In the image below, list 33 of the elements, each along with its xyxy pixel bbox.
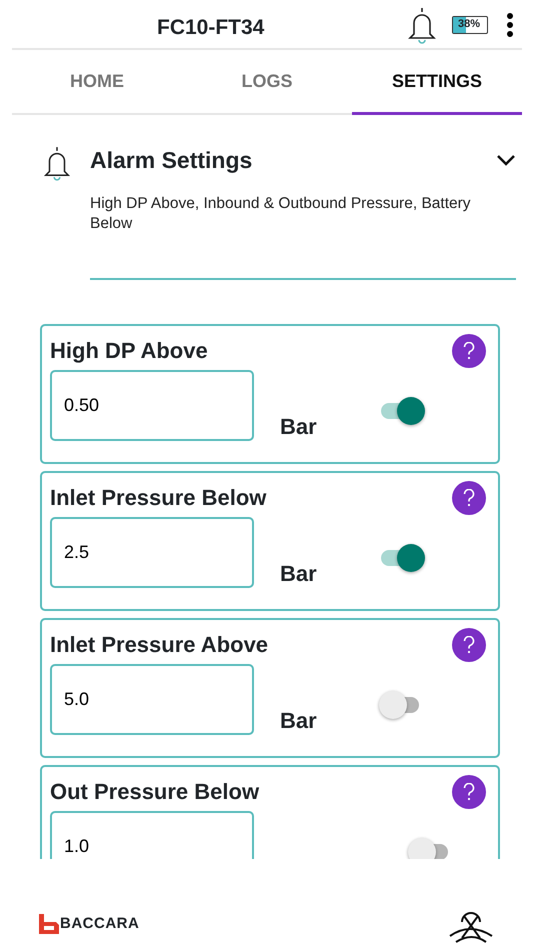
value-field[interactable]: 1.0: [50, 810, 254, 859]
device-title: FC10-FT34: [157, 15, 264, 41]
help-button[interactable]: [452, 480, 486, 515]
question-mark-icon: [463, 636, 475, 654]
unit-label: Bar: [280, 560, 317, 588]
alarm-name: High DP Above: [50, 337, 208, 366]
brand-logo: BACCARA: [60, 914, 140, 934]
value-field[interactable]: 5.0: [50, 664, 254, 735]
question-mark-icon: [463, 342, 475, 360]
bell-icon: [42, 145, 72, 181]
section-description: High DP Above, Inbound & Outbound Pressure, Battery Below: [90, 194, 472, 234]
toggle-switch[interactable]: [378, 397, 425, 424]
toggle-switch[interactable]: [378, 544, 425, 570]
help-button[interactable]: [452, 334, 486, 368]
bell-icon[interactable]: [406, 6, 438, 44]
unit-label: Bar: [280, 412, 317, 441]
help-button[interactable]: [452, 774, 486, 809]
chevron-down-icon[interactable]: [496, 154, 516, 166]
question-mark-icon: [463, 782, 475, 801]
value-field[interactable]: 2.5: [50, 516, 254, 588]
tab[interactable]: SETTINGS: [352, 50, 522, 115]
alarm-name: Inlet Pressure Below: [50, 484, 266, 512]
more-menu-icon[interactable]: [506, 13, 514, 37]
section-title: Alarm Settings: [90, 146, 252, 175]
tab[interactable]: HOME: [12, 50, 182, 115]
unit-label: Bar: [280, 706, 317, 735]
question-mark-icon: [463, 488, 475, 507]
alarm-name: Out Pressure Below: [50, 778, 260, 806]
tab[interactable]: LOGS: [182, 50, 352, 115]
value-field[interactable]: 0.50: [50, 370, 254, 441]
help-button[interactable]: [452, 628, 486, 662]
alarm-name: Inlet Pressure Above: [50, 631, 268, 660]
logo-mark-icon: [38, 913, 60, 936]
